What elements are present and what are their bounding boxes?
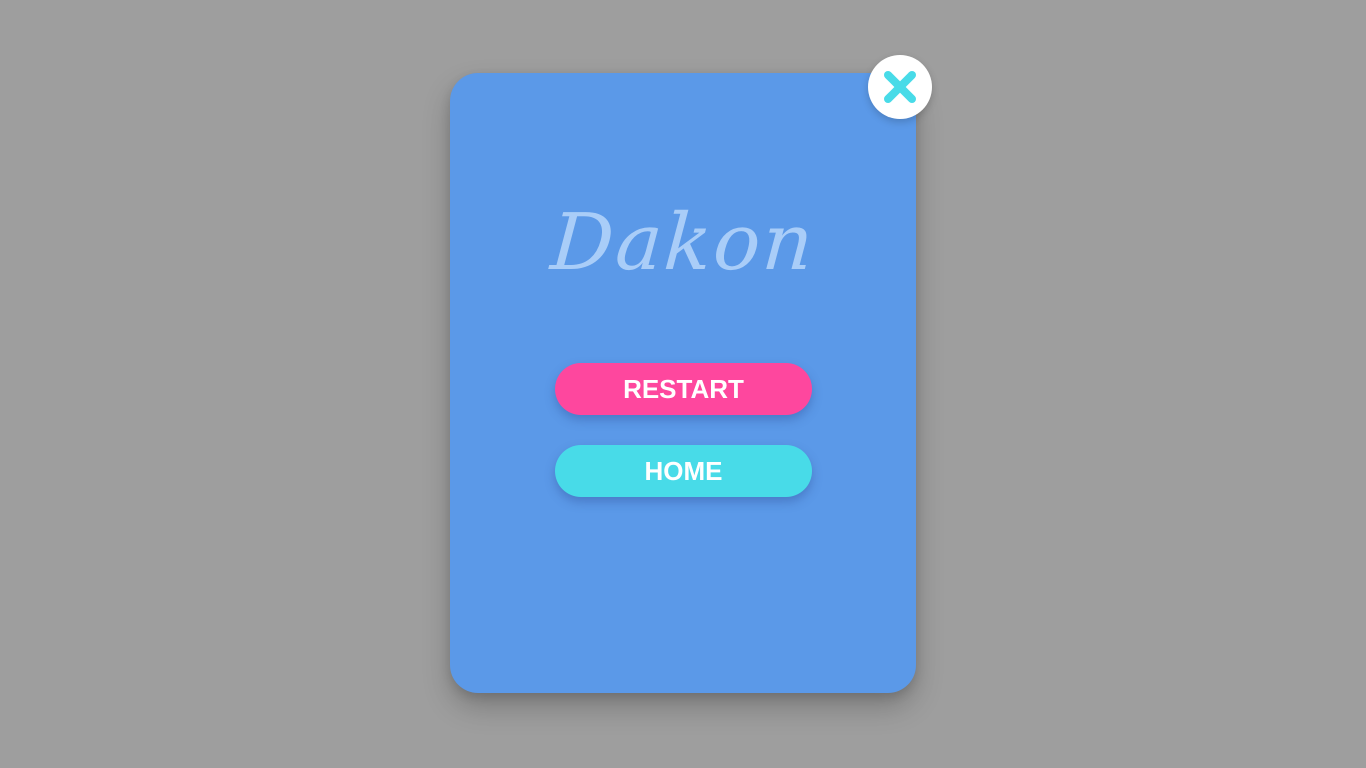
- home-button[interactable]: HOME: [555, 445, 812, 497]
- pause-menu-panel: Dakon RESTART HOME: [450, 73, 916, 693]
- close-icon: [884, 71, 916, 103]
- close-button[interactable]: [868, 55, 932, 119]
- game-title: Dakon: [548, 198, 818, 288]
- restart-button[interactable]: RESTART: [555, 363, 812, 415]
